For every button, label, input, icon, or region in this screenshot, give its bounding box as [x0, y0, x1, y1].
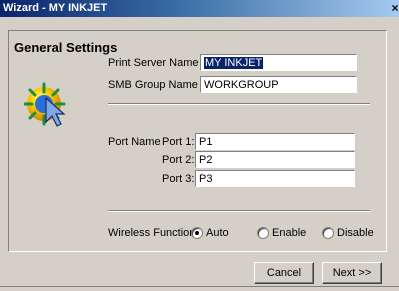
smb-group-name-field[interactable]: WORKGROUP	[200, 76, 357, 93]
wireless-auto-label[interactable]: Auto	[206, 227, 229, 239]
next-button[interactable]: Next >>	[322, 262, 382, 284]
smb-group-name-label: SMB Group Name	[108, 79, 198, 91]
print-server-name-label: Print Server Name	[108, 57, 199, 69]
port-2-label: Port 2:	[162, 154, 195, 166]
port-2-field[interactable]: P2	[195, 151, 355, 168]
port-1-field[interactable]: P1	[195, 133, 355, 150]
wireless-enable-radio[interactable]	[257, 227, 269, 239]
section-title: General Settings	[14, 40, 118, 55]
wizard-window: Wizard - MY INKJET × General Settings Pr…	[0, 0, 399, 291]
wireless-disable-radio[interactable]	[322, 227, 334, 239]
print-server-name-field[interactable]: MY INKJET	[200, 54, 357, 71]
port-1-label: Port 1:	[162, 136, 195, 148]
wireless-auto-radio[interactable]	[191, 227, 203, 239]
port-3-label: Port 3:	[162, 173, 195, 185]
window-title: Wizard - MY INKJET	[3, 2, 108, 14]
separator	[108, 210, 370, 212]
port-3-field[interactable]: P3	[195, 170, 355, 187]
print-server-name-value: MY INKJET	[204, 57, 264, 69]
wireless-disable-label[interactable]: Disable	[337, 227, 374, 239]
title-bar[interactable]: Wizard - MY INKJET ×	[0, 0, 399, 17]
radio-selected-dot	[195, 231, 199, 235]
port-name-label: Port Name	[108, 136, 161, 148]
wireless-enable-label[interactable]: Enable	[272, 227, 306, 239]
bottom-border	[0, 286, 399, 287]
cancel-button[interactable]: Cancel	[254, 262, 314, 284]
globe-cursor-icon	[24, 82, 66, 127]
wireless-function-label: Wireless Function	[108, 227, 196, 239]
close-button[interactable]: ×	[391, 1, 399, 16]
separator	[108, 103, 370, 105]
